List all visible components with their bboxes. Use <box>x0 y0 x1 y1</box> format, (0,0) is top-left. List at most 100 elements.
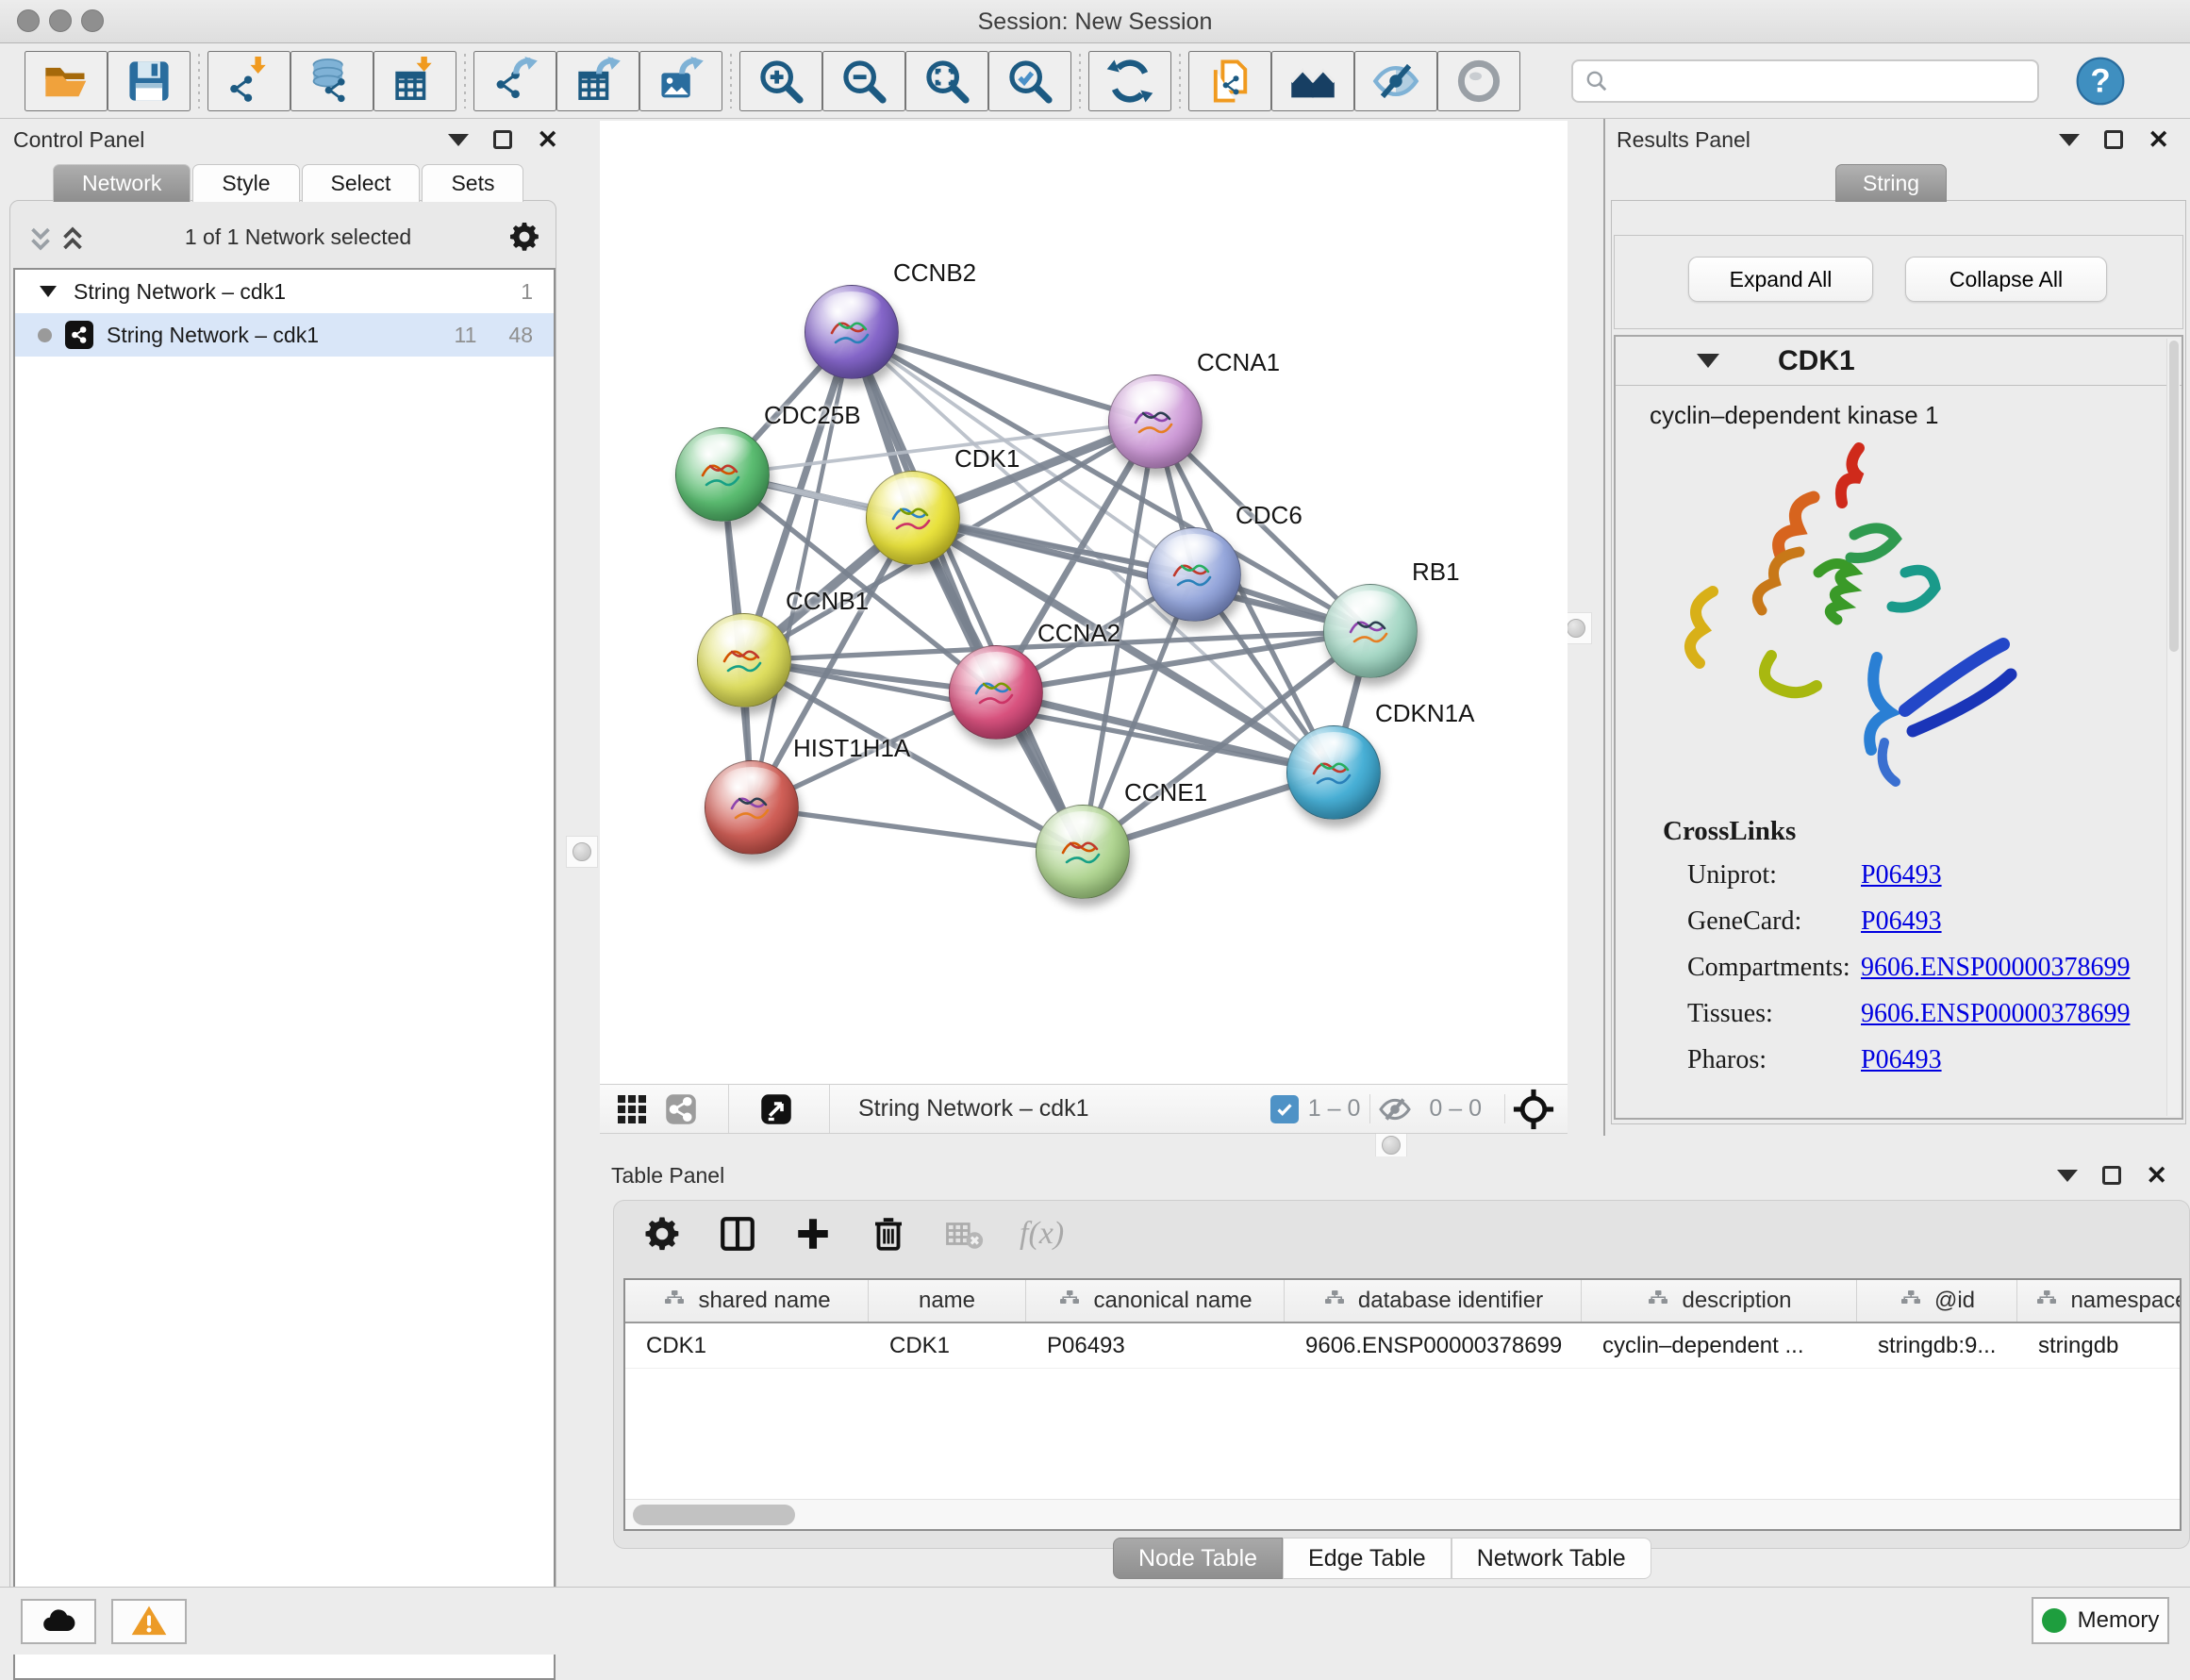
add-icon[interactable] <box>793 1214 833 1254</box>
tab-style[interactable]: Style <box>192 164 299 202</box>
vertical-splitter-grip[interactable] <box>566 836 598 868</box>
network-node-CDC6[interactable] <box>1147 527 1241 622</box>
tree-icon <box>662 1289 687 1312</box>
float-panel-icon[interactable] <box>493 130 512 149</box>
crosslink-link[interactable]: 9606.ENSP00000378699 <box>1861 953 2130 983</box>
expand-all-button[interactable]: Expand All <box>1688 257 1873 302</box>
import-table-button[interactable] <box>373 51 456 111</box>
export-image-button[interactable] <box>639 51 722 111</box>
open-session-icon <box>41 57 91 106</box>
tab-edge-table[interactable]: Edge Table <box>1283 1538 1452 1579</box>
network-node-RB1[interactable] <box>1323 584 1418 678</box>
cloud-button[interactable] <box>21 1599 96 1644</box>
column-header-database-identifier[interactable]: database identifier <box>1285 1280 1582 1322</box>
trash-icon[interactable] <box>869 1214 908 1254</box>
tree-icon <box>2034 1289 2059 1312</box>
function-builder-icon: f(x) <box>1020 1216 1064 1252</box>
import-network-button[interactable] <box>207 51 290 111</box>
zoom-selected-button[interactable] <box>988 51 1071 111</box>
collapse-panel-icon[interactable] <box>2059 134 2080 146</box>
zoom-out-button[interactable] <box>822 51 905 111</box>
column-label: database identifier <box>1358 1288 1543 1314</box>
column-header-namespace[interactable]: namespace <box>2017 1280 2182 1322</box>
selected-nodes-checkbox[interactable] <box>1270 1095 1299 1123</box>
section-scrollbar[interactable] <box>2166 339 2180 1116</box>
tab-string[interactable]: String <box>1835 164 1947 202</box>
network-node-CDC25B[interactable] <box>675 427 770 522</box>
network-node-CCNA1[interactable] <box>1108 374 1203 469</box>
node-label-CCNB1: CCNB1 <box>786 587 869 616</box>
gene-name: CDK1 <box>1778 345 1855 377</box>
network-node-HIST1H1A[interactable] <box>705 760 799 855</box>
graphics-details-button[interactable] <box>1271 51 1354 111</box>
gear-icon[interactable] <box>507 220 541 254</box>
close-panel-icon[interactable]: ✕ <box>2148 130 2169 149</box>
gear-icon[interactable] <box>642 1214 682 1254</box>
network-node-CCNB2[interactable] <box>805 285 899 379</box>
open-session-button[interactable] <box>25 51 108 111</box>
gene-section-header[interactable]: CDK1 <box>1616 337 2182 386</box>
hide-gui-button[interactable] <box>1354 51 1437 111</box>
column-header-shared-name[interactable]: shared name <box>625 1280 869 1322</box>
highlight-button[interactable] <box>1437 51 1520 111</box>
column-label: @id <box>1934 1288 1975 1314</box>
refresh-network-button[interactable] <box>1088 51 1171 111</box>
tab-node-table[interactable]: Node Table <box>1113 1538 1283 1579</box>
memory-button[interactable]: Memory <box>2032 1597 2169 1644</box>
refresh-network-icon <box>1105 57 1154 106</box>
import-database-button[interactable] <box>290 51 373 111</box>
tab-select[interactable]: Select <box>302 164 421 202</box>
zoom-fit-button[interactable] <box>905 51 988 111</box>
network-node-CDK1[interactable] <box>866 471 960 565</box>
show-columns-icon[interactable] <box>718 1214 757 1254</box>
export-network-button[interactable] <box>473 51 556 111</box>
crosslink-link[interactable]: 9606.ENSP00000378699 <box>1861 999 2130 1029</box>
protein-thumbnail <box>1126 391 1186 451</box>
network-canvas[interactable]: CCNB2 CCNA1 CDC25B CDK1 CDC6 RB1 <box>600 121 1568 1084</box>
collapse-all-button[interactable]: Collapse All <box>1905 257 2107 302</box>
column-header-description[interactable]: description <box>1582 1280 1857 1322</box>
network-node-CCNE1[interactable] <box>1036 805 1130 899</box>
collapse-tree-icon[interactable] <box>40 286 57 297</box>
column-header--id[interactable]: @id <box>1857 1280 2017 1322</box>
collapse-all-icon[interactable] <box>25 223 57 251</box>
protein-thumbnail <box>1165 543 1225 604</box>
clone-network-button[interactable] <box>1188 51 1271 111</box>
close-panel-icon[interactable]: ✕ <box>537 130 558 149</box>
network-node-CCNB1[interactable] <box>697 613 791 707</box>
export-table-button[interactable] <box>556 51 639 111</box>
collapse-panel-icon[interactable] <box>2057 1170 2078 1182</box>
zoom-in-button[interactable] <box>739 51 822 111</box>
collapse-section-icon[interactable] <box>1697 354 1719 368</box>
column-header-name[interactable]: name <box>869 1280 1026 1322</box>
grid-view-icon[interactable] <box>615 1092 649 1126</box>
tab-network[interactable]: Network <box>53 164 191 202</box>
network-collection-row[interactable]: String Network – cdk11 <box>15 270 554 313</box>
column-label: canonical name <box>1093 1288 1252 1314</box>
tab-network-table[interactable]: Network Table <box>1452 1538 1651 1579</box>
tree-icon <box>1899 1289 1923 1312</box>
crosslink-link[interactable]: P06493 <box>1861 907 1942 937</box>
save-session-button[interactable] <box>108 51 191 111</box>
network-style-icon[interactable] <box>664 1092 698 1126</box>
float-panel-icon[interactable] <box>2102 1166 2121 1185</box>
help-button[interactable]: ? <box>2075 56 2126 107</box>
expand-all-icon[interactable] <box>57 223 89 251</box>
close-panel-icon[interactable]: ✕ <box>2146 1166 2167 1185</box>
table-horizontal-scrollbar[interactable] <box>625 1499 2180 1529</box>
crosshair-icon[interactable] <box>1513 1089 1554 1130</box>
search-input[interactable] <box>1609 68 2015 94</box>
network-row[interactable]: String Network – cdk11148 <box>15 313 554 357</box>
network-node-CDKN1A[interactable] <box>1286 725 1381 820</box>
birds-eye-view-icon[interactable] <box>759 1092 793 1126</box>
float-panel-icon[interactable] <box>2104 130 2123 149</box>
tab-sets[interactable]: Sets <box>422 164 523 202</box>
crosslink-link[interactable]: P06493 <box>1861 1045 1942 1075</box>
table-row[interactable]: CDK1CDK1P064939606.ENSP00000378699cyclin… <box>625 1323 2180 1369</box>
network-node-CCNA2[interactable] <box>949 645 1043 740</box>
warning-button[interactable] <box>111 1599 187 1644</box>
column-header-canonical-name[interactable]: canonical name <box>1026 1280 1285 1322</box>
crosslink-link[interactable]: P06493 <box>1861 860 1942 890</box>
collapse-panel-icon[interactable] <box>448 134 469 146</box>
export-table-icon <box>573 57 622 106</box>
